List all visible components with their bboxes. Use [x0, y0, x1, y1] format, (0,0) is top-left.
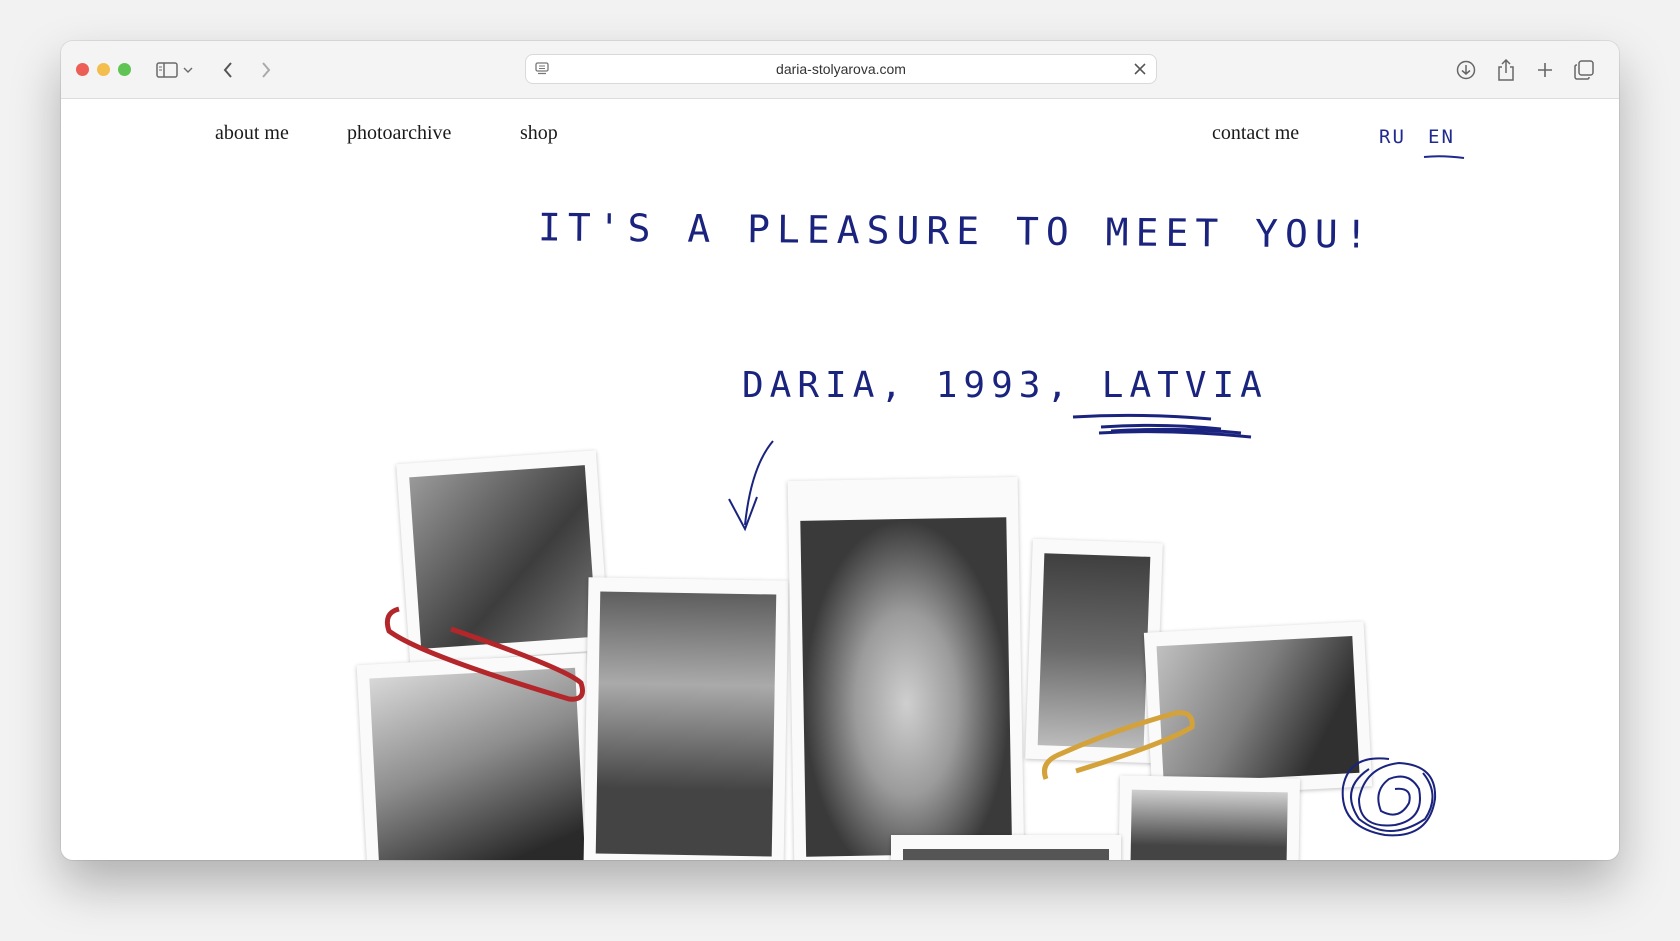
- nav-about-me[interactable]: about me: [215, 122, 289, 145]
- browser-window: daria-stolyarova.com about me photoarchi…: [61, 41, 1619, 860]
- new-tab-icon[interactable]: [1531, 56, 1559, 84]
- web-page: about me photoarchive shop contact me RU…: [61, 99, 1619, 860]
- nav-photoarchive[interactable]: photoarchive: [347, 122, 451, 145]
- close-window-button[interactable]: [76, 63, 89, 76]
- download-icon[interactable]: [1452, 56, 1480, 84]
- tabs-overview-icon[interactable]: [1570, 56, 1598, 84]
- tagline-year: 1993,: [935, 365, 1075, 406]
- url-text: daria-stolyarova.com: [776, 61, 906, 77]
- lang-underline: [1423, 155, 1465, 159]
- clear-icon[interactable]: [1132, 61, 1148, 82]
- browser-toolbar: daria-stolyarova.com: [61, 41, 1619, 99]
- nav-shop[interactable]: shop: [520, 122, 558, 145]
- scribble-underline: [1072, 413, 1252, 439]
- photo-peace-sign: [583, 577, 789, 860]
- share-icon[interactable]: [1492, 56, 1520, 84]
- arrow-down-icon: [728, 440, 774, 532]
- tagline-name: DARIA,: [742, 365, 909, 406]
- tagline-country: LATVIA: [1101, 365, 1268, 406]
- tagline: DARIA, 1993, LATVIA: [742, 365, 1268, 406]
- lang-en-link[interactable]: EN: [1428, 126, 1455, 148]
- forward-icon[interactable]: [252, 56, 280, 84]
- photo-child-portrait: [787, 477, 1025, 860]
- nav-contact-me[interactable]: contact me: [1212, 122, 1299, 145]
- red-paperclip-icon: [384, 606, 585, 702]
- sidebar-icon[interactable]: [153, 56, 181, 84]
- yellow-paperclip-icon: [1042, 710, 1195, 780]
- chevron-down-icon[interactable]: [180, 56, 196, 84]
- lang-ru-link[interactable]: RU: [1379, 126, 1406, 148]
- photo-bottom-strip: [891, 835, 1121, 860]
- address-bar[interactable]: daria-stolyarova.com: [525, 54, 1157, 84]
- back-icon[interactable]: [214, 56, 242, 84]
- headline: IT'S A PLEASURE TO MEET YOU!: [537, 205, 1375, 257]
- minimize-window-button[interactable]: [97, 63, 110, 76]
- scribble-ball-icon: [1341, 757, 1437, 837]
- zoom-window-button[interactable]: [118, 63, 131, 76]
